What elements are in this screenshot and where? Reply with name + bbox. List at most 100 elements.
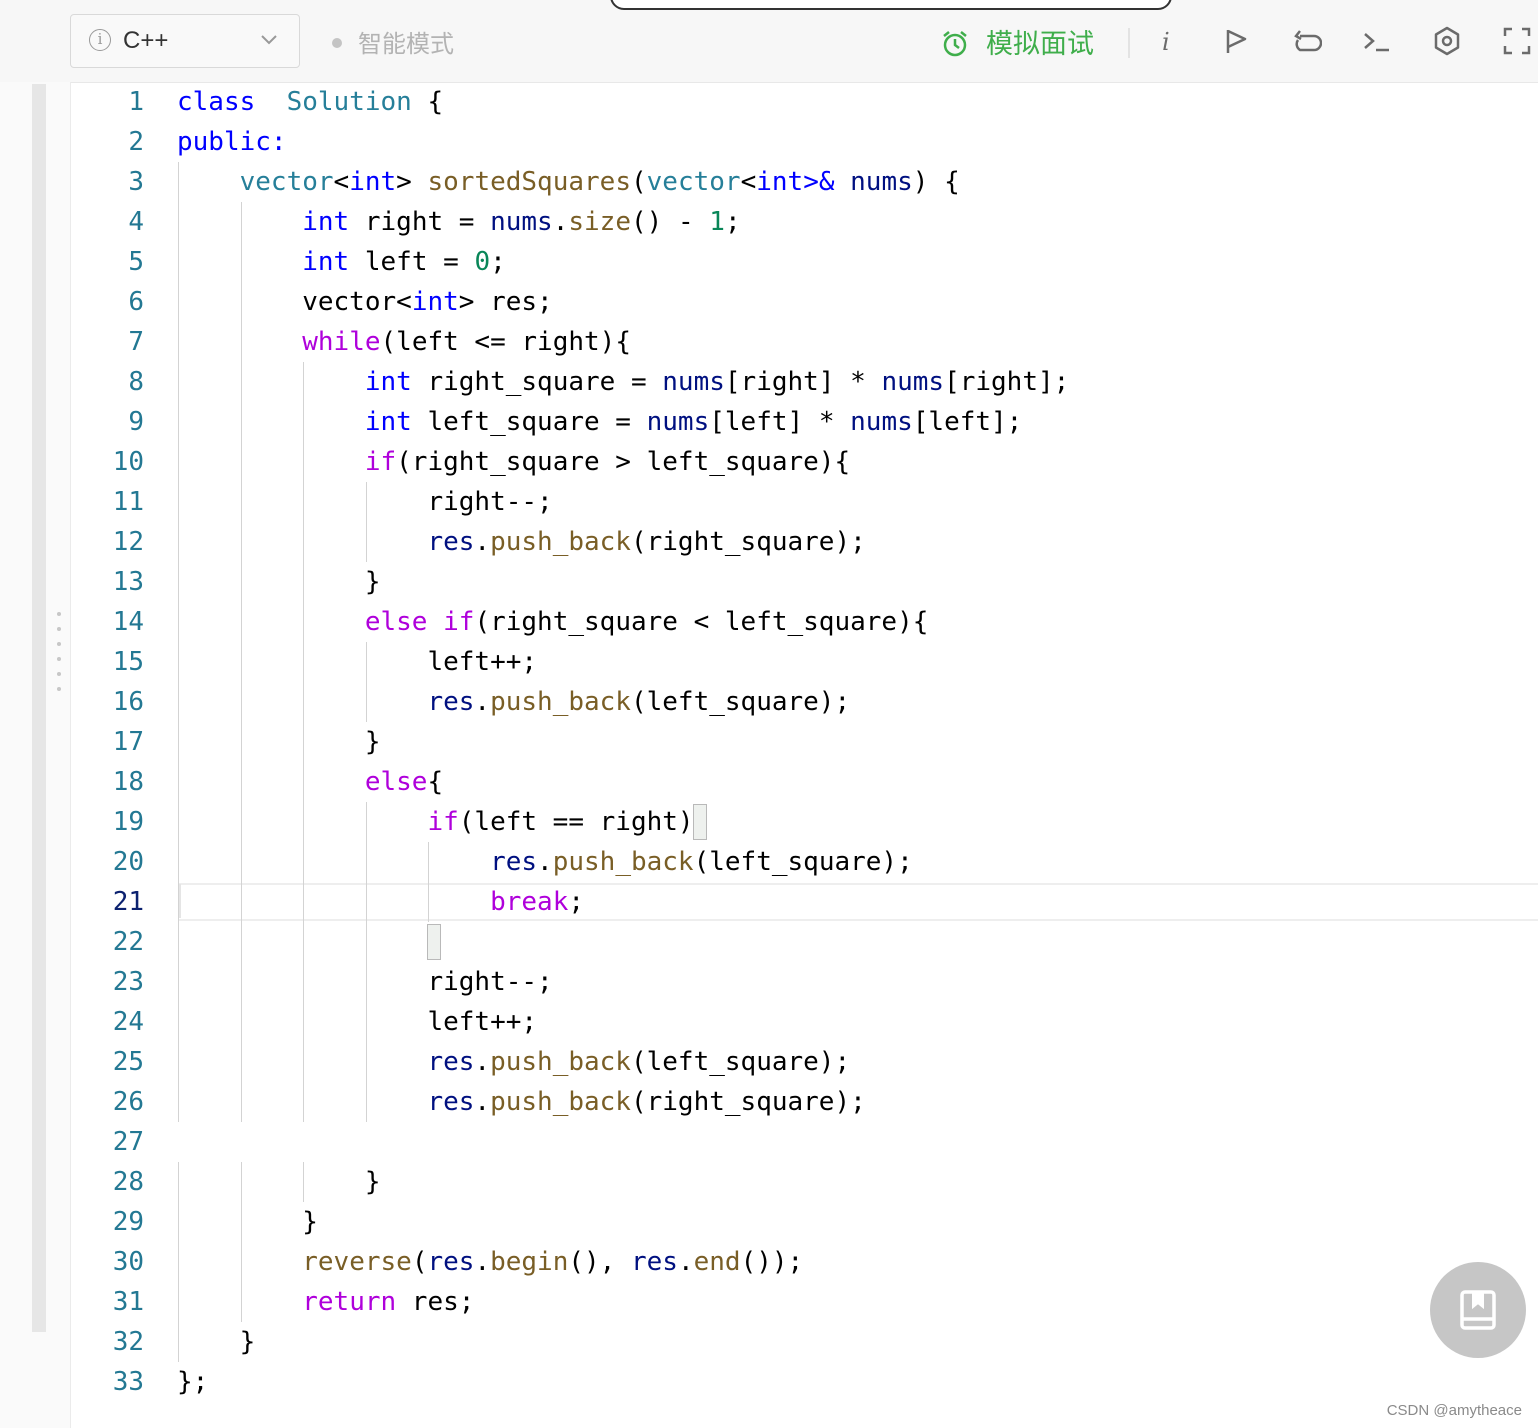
reset-icon[interactable] <box>1292 26 1322 56</box>
code-line[interactable]: 16 res.push_back(left_square); <box>72 682 1538 722</box>
code-token: right--; <box>177 487 553 517</box>
line-number: 6 <box>128 287 144 317</box>
code-token: int <box>302 207 350 237</box>
code-token: sortedSquares <box>427 167 631 197</box>
svg-text:i: i <box>1162 28 1170 56</box>
code-text: } <box>177 922 443 962</box>
line-number: 19 <box>112 807 144 837</box>
code-line[interactable]: 1 class Solution { <box>72 82 1538 122</box>
code-line[interactable]: 17 } <box>72 722 1538 762</box>
code-text: res.push_back(left_square); <box>177 682 850 722</box>
code-line[interactable]: 8 int right_square = nums[right] * nums[… <box>72 362 1538 402</box>
line-number: 31 <box>112 1287 144 1317</box>
code-token: nums <box>850 407 913 437</box>
code-text: }; <box>177 1362 208 1402</box>
code-line[interactable]: 6 vector<int> res; <box>72 282 1538 322</box>
code-token: vector <box>239 167 334 197</box>
line-number: 26 <box>112 1087 144 1117</box>
code-token: vector< <box>177 287 412 317</box>
code-line[interactable]: 15 left++; <box>72 642 1538 682</box>
code-editor[interactable]: 1 class Solution {2 public: 3 vector<int> s… <box>72 82 1538 1402</box>
code-line[interactable]: 4 int right = nums.size() - 1; <box>72 202 1538 242</box>
code-line[interactable]: 20 res.push_back(left_square); <box>72 842 1538 882</box>
code-token: . <box>474 1047 491 1077</box>
code-line[interactable]: 27 <box>72 1122 1538 1162</box>
code-token: res <box>631 1247 678 1277</box>
code-line[interactable]: 24 left++; <box>72 1002 1538 1042</box>
code-line[interactable]: 10 if(right_square > left_square){ <box>72 442 1538 482</box>
code-token: class <box>177 87 256 117</box>
code-line[interactable]: 22 } <box>72 922 1538 962</box>
code-token: (left_square); <box>693 847 913 877</box>
code-line[interactable]: 19 if(left == right){ <box>72 802 1538 842</box>
code-token: (right_square > left_square){ <box>396 447 851 477</box>
code-token: push_back <box>490 1047 631 1077</box>
code-line[interactable]: 12 res.push_back(right_square); <box>72 522 1538 562</box>
code-line[interactable]: 25 res.push_back(left_square); <box>72 1042 1538 1082</box>
resize-handle-icon[interactable] <box>57 612 63 702</box>
line-number: 15 <box>112 647 144 677</box>
code-line[interactable]: 18 else{ <box>72 762 1538 802</box>
code-token: ) { <box>912 167 960 197</box>
code-token: (left_square); <box>630 1047 851 1077</box>
line-number: 3 <box>128 167 144 197</box>
code-token: < <box>333 167 350 197</box>
flag-icon[interactable] <box>1222 26 1252 56</box>
code-line[interactable]: 7 while(left <= right){ <box>72 322 1538 362</box>
code-text: if(right_square > left_square){ <box>177 442 850 482</box>
chevron-down-icon <box>259 29 279 54</box>
code-line[interactable]: 21 break; <box>72 882 1538 922</box>
code-token: nums <box>881 367 945 397</box>
code-line[interactable]: 11 right--; <box>72 482 1538 522</box>
code-token: [right] * <box>724 367 882 397</box>
code-line[interactable]: 30 reverse(res.begin(), res.end()); <box>72 1242 1538 1282</box>
code-line[interactable]: 9 int left_square = nums[left] * nums[le… <box>72 402 1538 442</box>
code-line[interactable]: 2 public: <box>72 122 1538 162</box>
line-number: 2 <box>128 127 144 157</box>
terminal-icon[interactable] <box>1362 26 1392 56</box>
code-line[interactable]: 28 } <box>72 1162 1538 1202</box>
italic-info-icon[interactable]: i <box>1152 26 1182 56</box>
code-token: . <box>552 207 569 237</box>
code-token: return <box>302 1287 397 1317</box>
code-line[interactable]: 5 int left = 0; <box>72 242 1538 282</box>
code-line[interactable]: 33}; <box>72 1362 1538 1402</box>
code-token: int <box>302 247 350 277</box>
line-number: 12 <box>112 527 144 557</box>
code-line[interactable]: 23 right--; <box>72 962 1538 1002</box>
code-line[interactable]: 29 } <box>72 1202 1538 1242</box>
language-select[interactable]: i C++ <box>70 14 300 68</box>
code-token: (), <box>568 1247 631 1277</box>
code-line[interactable]: 26 res.push_back(right_square); <box>72 1082 1538 1122</box>
smart-mode-toggle[interactable]: 智能模式 <box>332 24 454 59</box>
code-line[interactable]: 14 else if(right_square < left_square){ <box>72 602 1538 642</box>
code-line[interactable]: 32 } <box>72 1322 1538 1362</box>
code-token: . <box>677 1247 694 1277</box>
code-line[interactable]: 31 return res; <box>72 1282 1538 1322</box>
code-token: right_square = <box>411 367 663 397</box>
code-line[interactable]: 13 } <box>72 562 1538 602</box>
code-token: right = <box>349 207 491 237</box>
fullscreen-icon[interactable] <box>1502 26 1532 56</box>
code-token: . <box>537 847 553 877</box>
mock-interview-button[interactable]: 模拟面试 <box>940 22 1094 61</box>
code-token: res <box>490 847 538 877</box>
line-number: 5 <box>128 247 144 277</box>
code-token: left_square = <box>411 407 647 437</box>
panel-scrollbar[interactable] <box>32 84 46 1332</box>
code-token: > res; <box>458 287 553 317</box>
notebook-button[interactable] <box>1430 1262 1526 1358</box>
code-line[interactable]: 3 vector<int> sortedSquares(vector<int>&… <box>72 162 1538 202</box>
settings-icon[interactable] <box>1432 26 1462 56</box>
line-number: 22 <box>112 927 144 957</box>
notebook-icon <box>1460 1290 1496 1330</box>
